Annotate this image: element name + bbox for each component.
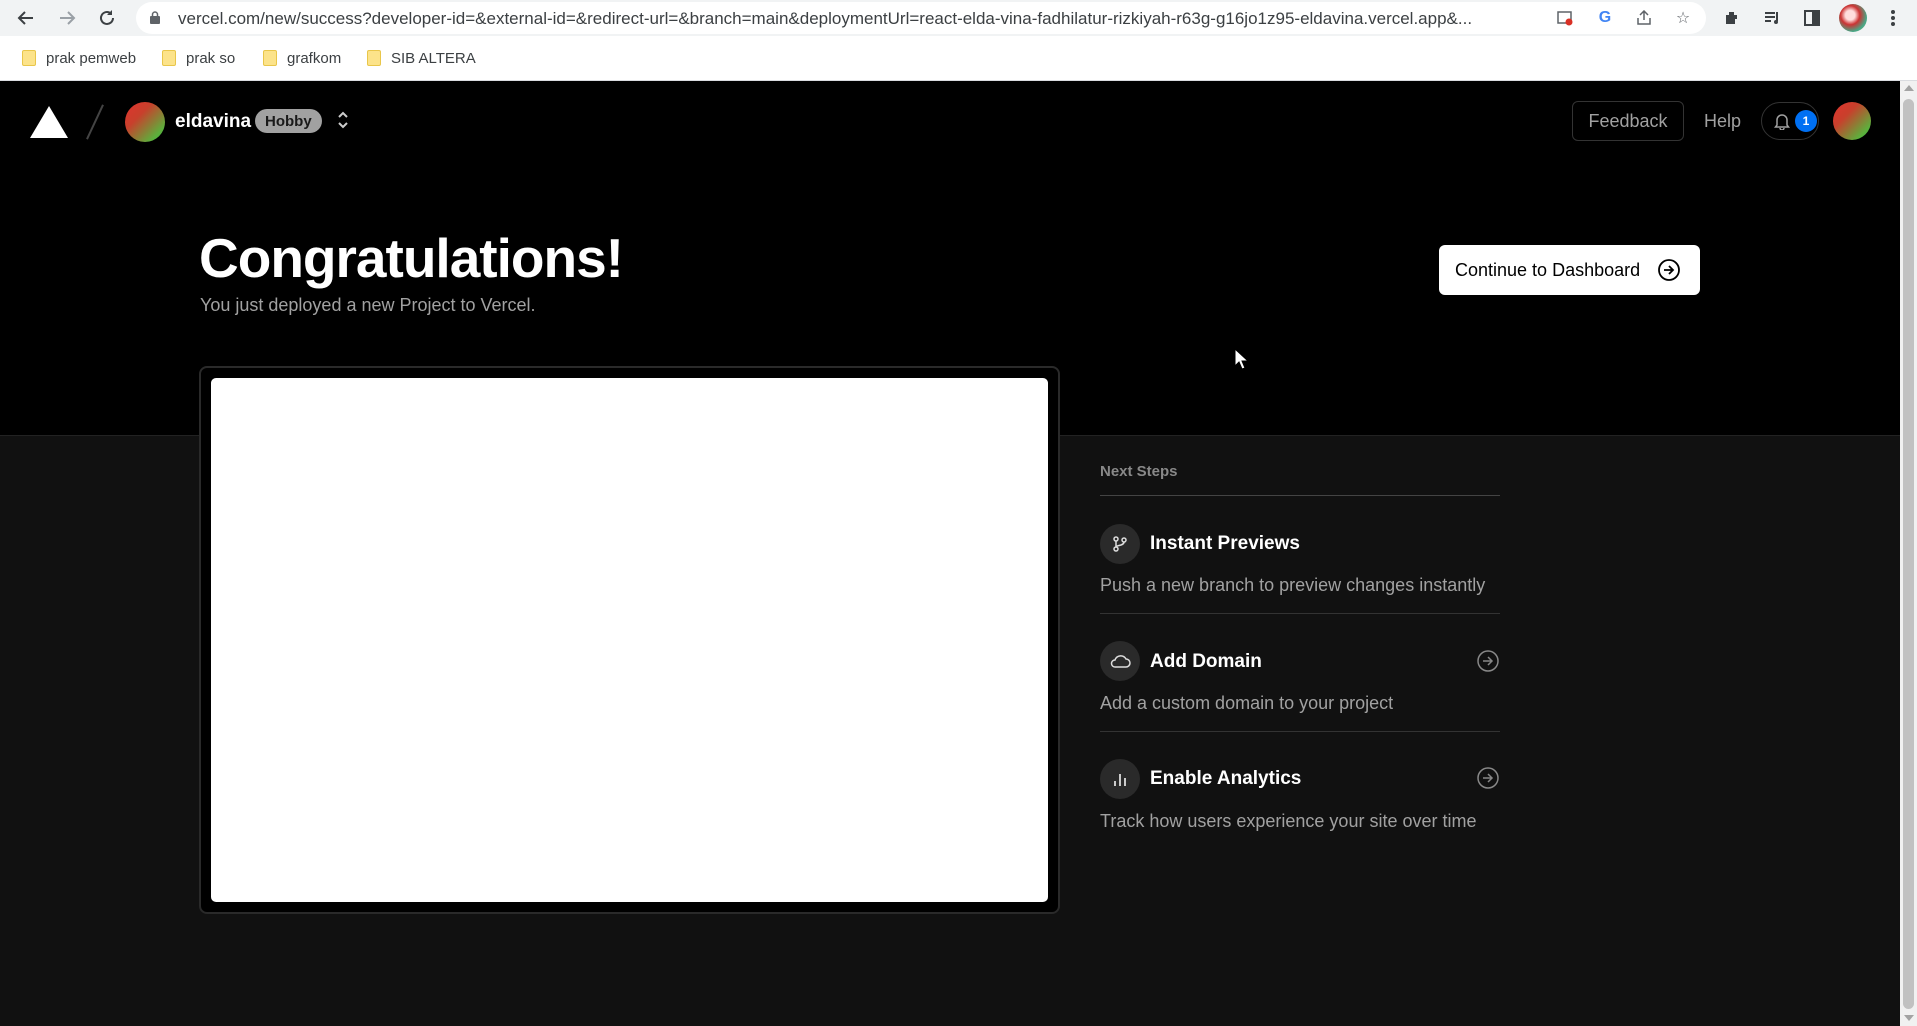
folder-icon [263, 50, 277, 66]
instant-previews-title[interactable]: Instant Previews [1150, 533, 1300, 555]
bell-icon [1774, 114, 1790, 130]
team-name[interactable]: eldavina [175, 111, 251, 133]
help-link[interactable]: Help [1704, 111, 1741, 132]
notifications-button[interactable]: 1 [1761, 102, 1819, 140]
continue-to-dashboard-label: Continue to Dashboard [1455, 259, 1641, 280]
forward-icon[interactable] [53, 4, 81, 32]
bar-chart-icon [1100, 759, 1140, 799]
folder-icon [162, 50, 176, 66]
plan-badge: Hobby [255, 109, 322, 133]
bookmark-prak-pemweb[interactable]: prak pemweb [22, 47, 136, 69]
folder-icon [22, 50, 36, 66]
share-icon[interactable] [1633, 7, 1655, 29]
arrow-right-circle-icon [1658, 259, 1680, 281]
user-avatar[interactable] [1833, 102, 1871, 140]
deployment-preview-screenshot[interactable] [211, 378, 1048, 902]
instant-previews-description: Push a new branch to preview changes ins… [1100, 575, 1486, 595]
mouse-cursor-icon [1234, 348, 1248, 370]
enable-analytics-title[interactable]: Enable Analytics [1150, 768, 1301, 790]
bookmark-prak-so[interactable]: prak so [162, 47, 235, 69]
media-control-icon[interactable] [1759, 5, 1785, 31]
address-bar[interactable]: vercel.com/new/success?developer-id=&ext… [136, 2, 1706, 34]
divider [1100, 495, 1500, 496]
bookmarks-bar: prak pemweb prak so grafkom SIB ALTERA [0, 36, 1917, 81]
extension-blocked-icon[interactable] [1554, 7, 1576, 29]
scrollbar[interactable] [1900, 81, 1917, 1026]
bookmark-sib-altera[interactable]: SIB ALTERA [367, 47, 476, 69]
browser-toolbar: vercel.com/new/success?developer-id=&ext… [0, 0, 1917, 36]
bookmark-grafkom[interactable]: grafkom [263, 47, 341, 69]
scroll-down-icon[interactable] [1904, 1015, 1914, 1021]
folder-icon [367, 50, 381, 66]
continue-to-dashboard-button[interactable]: Continue to Dashboard [1439, 245, 1700, 295]
extensions-icon[interactable] [1719, 5, 1745, 31]
url-text[interactable]: vercel.com/new/success?developer-id=&ext… [178, 9, 1568, 29]
arrow-right-circle-icon[interactable] [1476, 649, 1500, 673]
arrow-right-circle-icon[interactable] [1476, 766, 1500, 790]
git-branch-icon [1100, 524, 1140, 564]
divider [1100, 731, 1500, 732]
team-switcher-icon[interactable] [334, 109, 352, 135]
page: eldavina Hobby Feedback Help 1 Congratul… [0, 81, 1900, 1026]
vercel-logo-icon[interactable] [30, 106, 68, 138]
add-domain-title[interactable]: Add Domain [1150, 651, 1262, 673]
side-panel-icon[interactable] [1799, 5, 1825, 31]
lock-icon [150, 11, 160, 24]
browser-profile-avatar[interactable] [1839, 4, 1867, 32]
page-title: Congratulations! [199, 227, 624, 289]
reload-icon[interactable] [93, 4, 121, 32]
deployment-preview[interactable] [199, 366, 1060, 914]
back-icon[interactable] [12, 4, 40, 32]
google-icon[interactable]: G [1594, 7, 1616, 29]
scroll-up-icon[interactable] [1904, 85, 1914, 91]
feedback-button[interactable]: Feedback [1572, 101, 1684, 141]
cloud-icon [1100, 641, 1140, 681]
enable-analytics-description: Track how users experience your site ove… [1100, 811, 1477, 831]
next-steps-heading: Next Steps [1100, 463, 1178, 480]
bookmark-star-icon[interactable]: ☆ [1672, 7, 1694, 29]
team-avatar[interactable] [125, 102, 165, 142]
scrollbar-thumb[interactable] [1903, 99, 1914, 1009]
notification-count-badge: 1 [1795, 110, 1817, 132]
browser-menu-icon[interactable] [1880, 5, 1906, 31]
divider [1100, 613, 1500, 614]
add-domain-description: Add a custom domain to your project [1100, 693, 1394, 713]
page-subtitle: You just deployed a new Project to Verce… [200, 295, 536, 315]
